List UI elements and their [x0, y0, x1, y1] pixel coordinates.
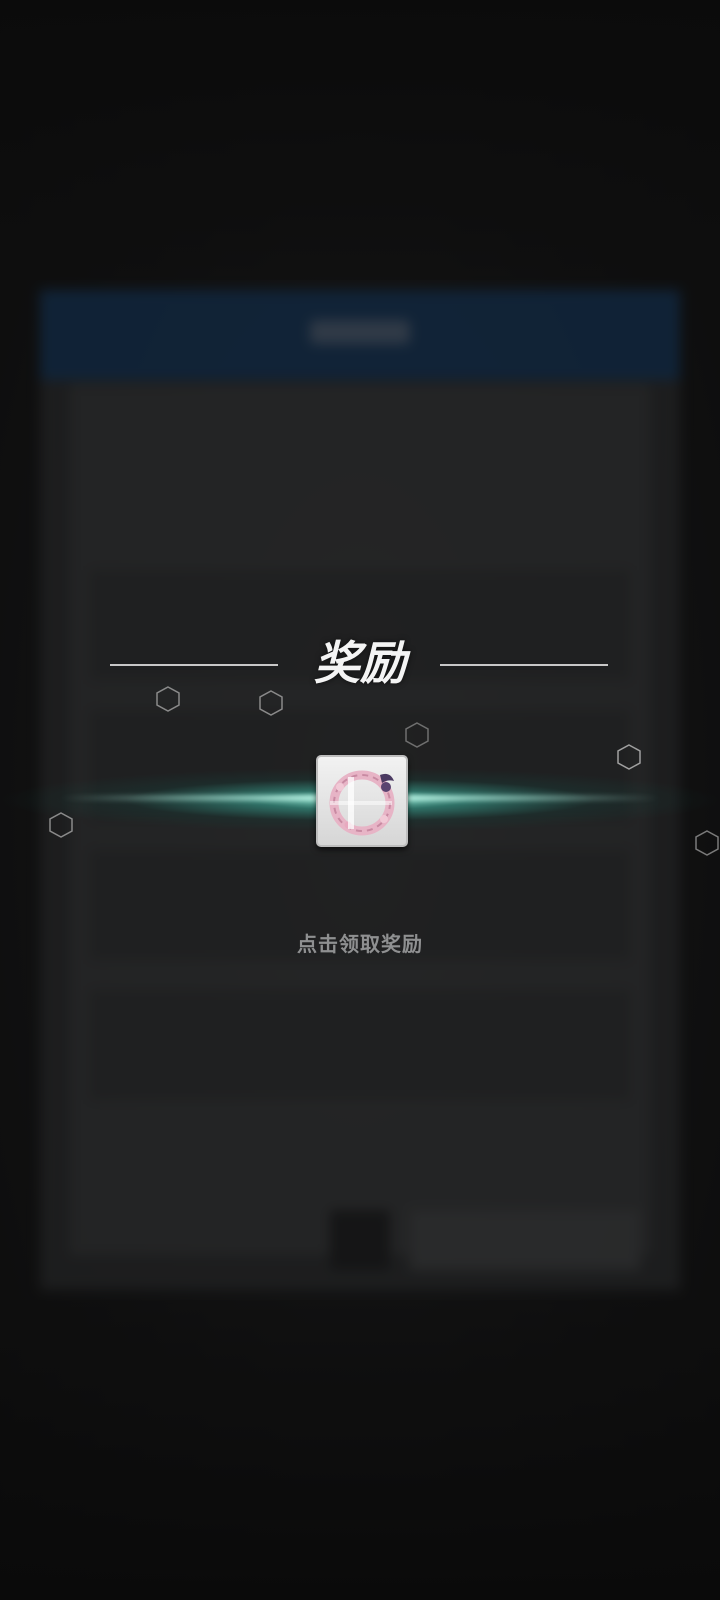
- title-divider-right: [440, 664, 608, 666]
- reward-screen[interactable]: 奖励 点击领取奖励: [0, 0, 720, 1600]
- reward-title-bar: 奖励: [0, 630, 720, 700]
- title-divider-left: [110, 664, 278, 666]
- reward-title: 奖励: [314, 636, 406, 690]
- hexagon-icon: [695, 830, 719, 856]
- hexagon-icon: [49, 812, 73, 838]
- claim-reward-hint[interactable]: 点击领取奖励: [0, 928, 720, 957]
- hexagon-icon: [405, 722, 429, 748]
- reward-item-slot[interactable]: [316, 755, 408, 847]
- pink-ring-accessory-icon: [329, 770, 395, 836]
- hexagon-icon: [617, 744, 641, 770]
